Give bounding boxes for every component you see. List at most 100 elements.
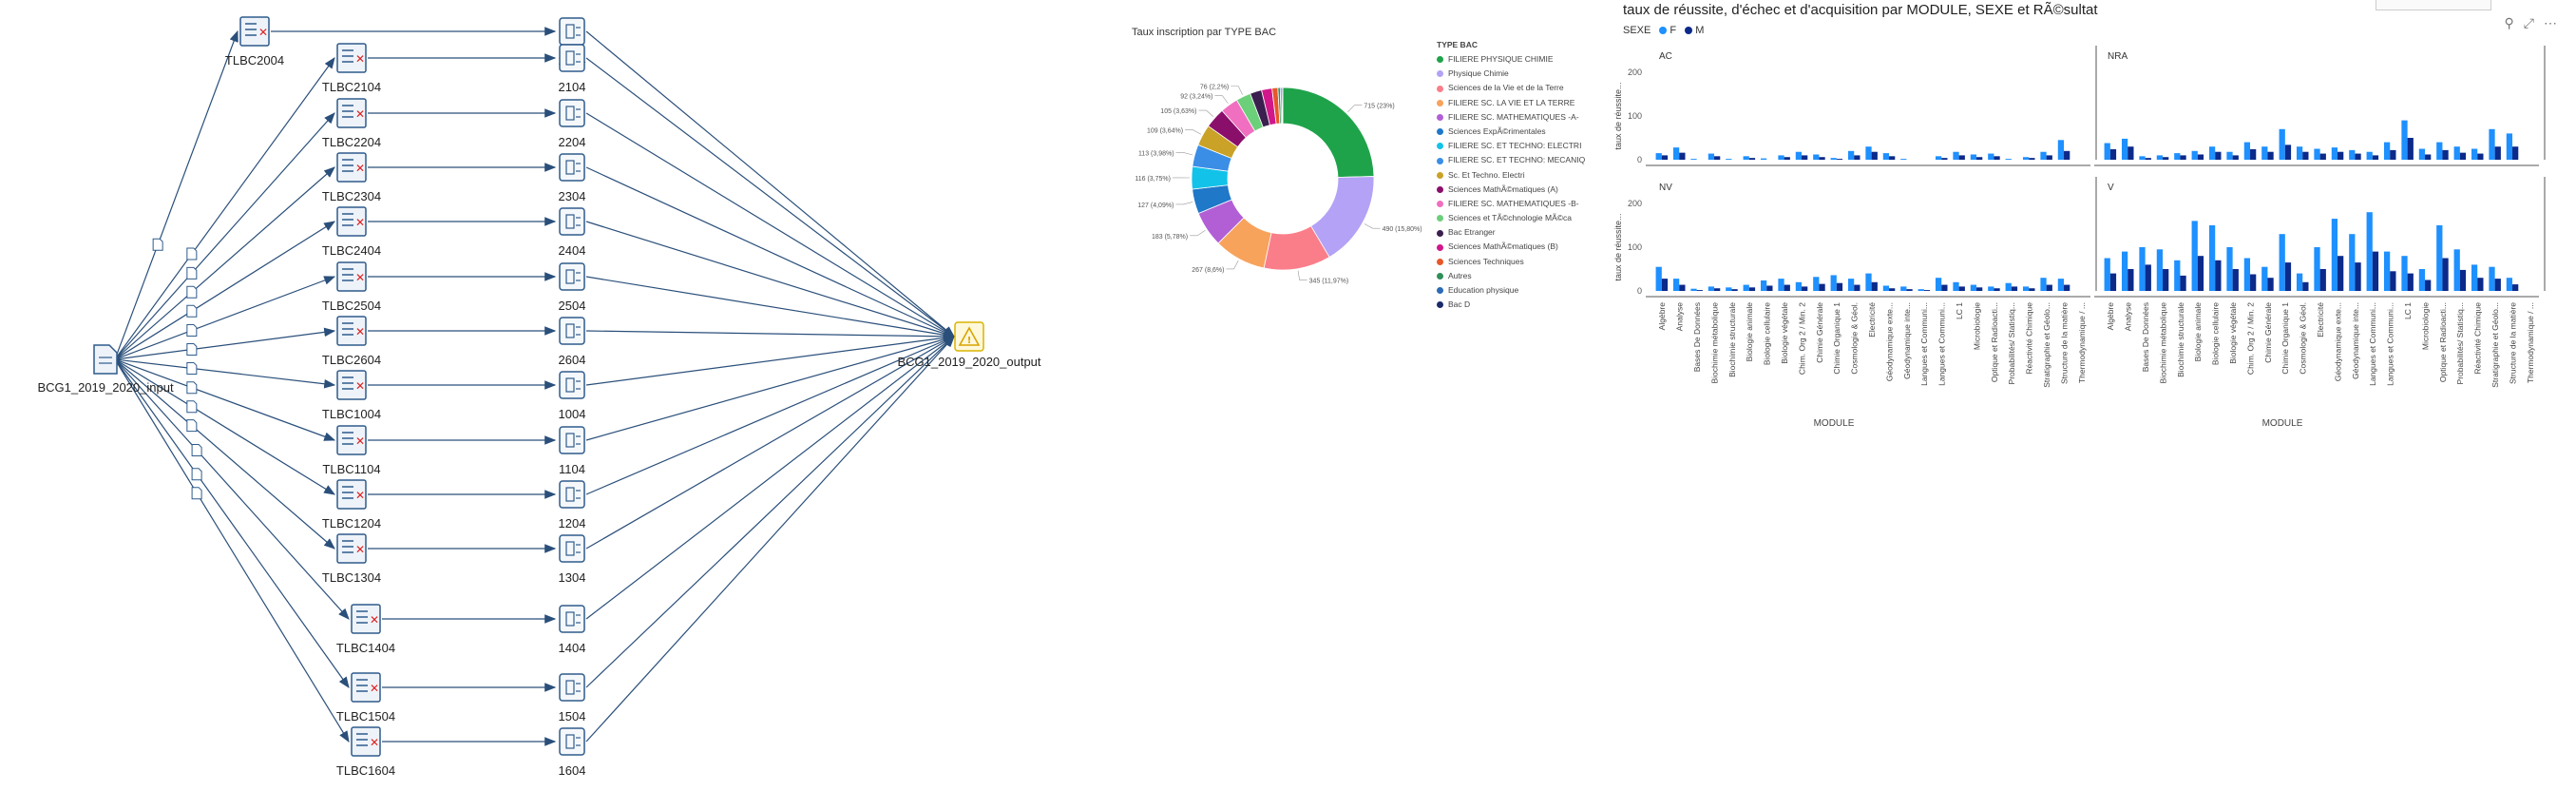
output-node-warning-icon[interactable]: ! (954, 321, 984, 352)
bar-f[interactable] (1830, 275, 1837, 291)
bar-f[interactable] (1760, 158, 1767, 160)
source-node-tlbc1004[interactable]: ✕ (336, 370, 367, 400)
bar-m[interactable] (2029, 158, 2035, 160)
bar-m[interactable] (2512, 146, 2519, 160)
bar-m[interactable] (2046, 284, 2052, 291)
bar-m[interactable] (2029, 288, 2035, 291)
bar-m[interactable] (1889, 156, 1896, 160)
bar-m[interactable] (1766, 285, 1773, 291)
bar-f[interactable] (2279, 128, 2285, 160)
bar-m[interactable] (2128, 146, 2134, 160)
bar-m[interactable] (1714, 288, 1721, 291)
bar-m[interactable] (2459, 269, 2467, 291)
target-node-2504[interactable] (559, 262, 585, 291)
bar-m[interactable] (1923, 290, 1931, 291)
bar-m[interactable] (2064, 150, 2070, 160)
bar-m[interactable] (1836, 159, 1843, 160)
bar-f[interactable] (1988, 286, 1994, 291)
bar-f[interactable] (2243, 142, 2251, 160)
legend-item[interactable]: Education physique (1437, 283, 1585, 298)
bar-f[interactable] (2314, 247, 2320, 291)
edge-document-icon[interactable] (186, 419, 198, 433)
bar-f[interactable] (2121, 251, 2128, 291)
bar-f[interactable] (2104, 258, 2110, 292)
bar-m[interactable] (1714, 156, 1721, 160)
bar-f[interactable] (2174, 153, 2181, 160)
bar-m[interactable] (2302, 151, 2309, 160)
bar-f[interactable] (2208, 225, 2216, 291)
bar-f[interactable] (1778, 155, 1784, 160)
bar-m[interactable] (1994, 288, 2000, 291)
bar-f[interactable] (2401, 120, 2408, 160)
bar-m[interactable] (1802, 155, 1808, 160)
bar-f[interactable] (1760, 280, 1767, 291)
filter-icon[interactable]: ⚲ (2505, 15, 2524, 30)
bar-f[interactable] (1847, 279, 1855, 291)
bar-m[interactable] (2145, 158, 2151, 160)
bar-m[interactable] (2425, 280, 2432, 292)
bar-f[interactable] (2296, 273, 2303, 291)
bar-f[interactable] (2349, 234, 2356, 291)
bar-m[interactable] (1976, 157, 1983, 160)
bar-m[interactable] (1784, 157, 1790, 160)
bar-m[interactable] (2128, 269, 2134, 291)
edge-document-icon[interactable] (186, 285, 198, 299)
bar-f[interactable] (2243, 258, 2251, 292)
bar-m[interactable] (1871, 151, 1878, 160)
target-node-2404[interactable] (559, 207, 585, 236)
bar-m[interactable] (2494, 279, 2501, 291)
bar-m[interactable] (1802, 286, 1808, 291)
bar-f[interactable] (2040, 278, 2047, 291)
source-node-tlbc1104[interactable]: ✕ (336, 425, 367, 455)
bar-f[interactable] (2366, 151, 2373, 160)
bar-m[interactable] (2163, 269, 2169, 291)
bar-f[interactable] (1778, 279, 1784, 291)
bar-m[interactable] (2407, 138, 2414, 160)
source-node-tlbc2104[interactable]: ✕ (336, 43, 367, 73)
bar-f[interactable] (1655, 266, 1662, 291)
legend-item[interactable]: Sciences et TÃ©chnologie MÃ©ca (1437, 211, 1585, 225)
bar-m[interactable] (1958, 155, 1965, 160)
source-node-tlbc2304[interactable]: ✕ (336, 152, 367, 183)
bar-m[interactable] (1731, 289, 1738, 291)
target-node-1304[interactable] (559, 534, 585, 563)
bar-f[interactable] (2471, 264, 2478, 291)
bar-f[interactable] (2436, 225, 2443, 291)
target-node-2104[interactable] (559, 44, 585, 72)
bar-m[interactable] (2459, 152, 2467, 160)
bar-f[interactable] (1690, 159, 1697, 160)
bar-m[interactable] (2145, 264, 2151, 291)
bar-m[interactable] (2512, 284, 2519, 291)
bar-m[interactable] (2250, 148, 2257, 160)
bar-m[interactable] (2390, 271, 2396, 291)
bar-f[interactable] (1882, 285, 1890, 291)
edge-document-icon[interactable] (191, 444, 202, 457)
bar-f[interactable] (1708, 153, 1715, 160)
bar-f[interactable] (2383, 142, 2391, 160)
edge-document-icon[interactable] (152, 238, 163, 251)
bar-f[interactable] (2506, 278, 2513, 291)
bar-m[interactable] (1696, 290, 1703, 291)
bar-f[interactable] (1830, 158, 1837, 160)
bar-f[interactable] (2331, 219, 2338, 291)
bar-f[interactable] (2191, 150, 2198, 160)
bar-f[interactable] (1813, 277, 1820, 291)
bar-m[interactable] (2372, 155, 2379, 160)
bar-f[interactable] (1970, 154, 1977, 160)
bar-f[interactable] (2279, 234, 2285, 291)
legend-item[interactable]: FILIERE SC. ET TECHNO: MECANIQ (1437, 153, 1585, 167)
bar-f[interactable] (1795, 151, 1803, 160)
target-node-1004[interactable] (559, 371, 585, 399)
bar-f[interactable] (2418, 269, 2426, 291)
bar-m[interactable] (2232, 155, 2239, 160)
edge-document-icon[interactable] (191, 468, 202, 481)
bar-m[interactable] (2267, 278, 2274, 291)
bar-f[interactable] (2489, 266, 2495, 291)
source-node-tlbc1304[interactable]: ✕ (336, 533, 367, 564)
bar-m[interactable] (2355, 262, 2361, 291)
target-node-1104[interactable] (559, 426, 585, 454)
bar-m[interactable] (2250, 274, 2257, 291)
bar-f[interactable] (2156, 155, 2164, 160)
bar-f[interactable] (2104, 143, 2110, 160)
target-node-1504[interactable] (559, 673, 585, 702)
